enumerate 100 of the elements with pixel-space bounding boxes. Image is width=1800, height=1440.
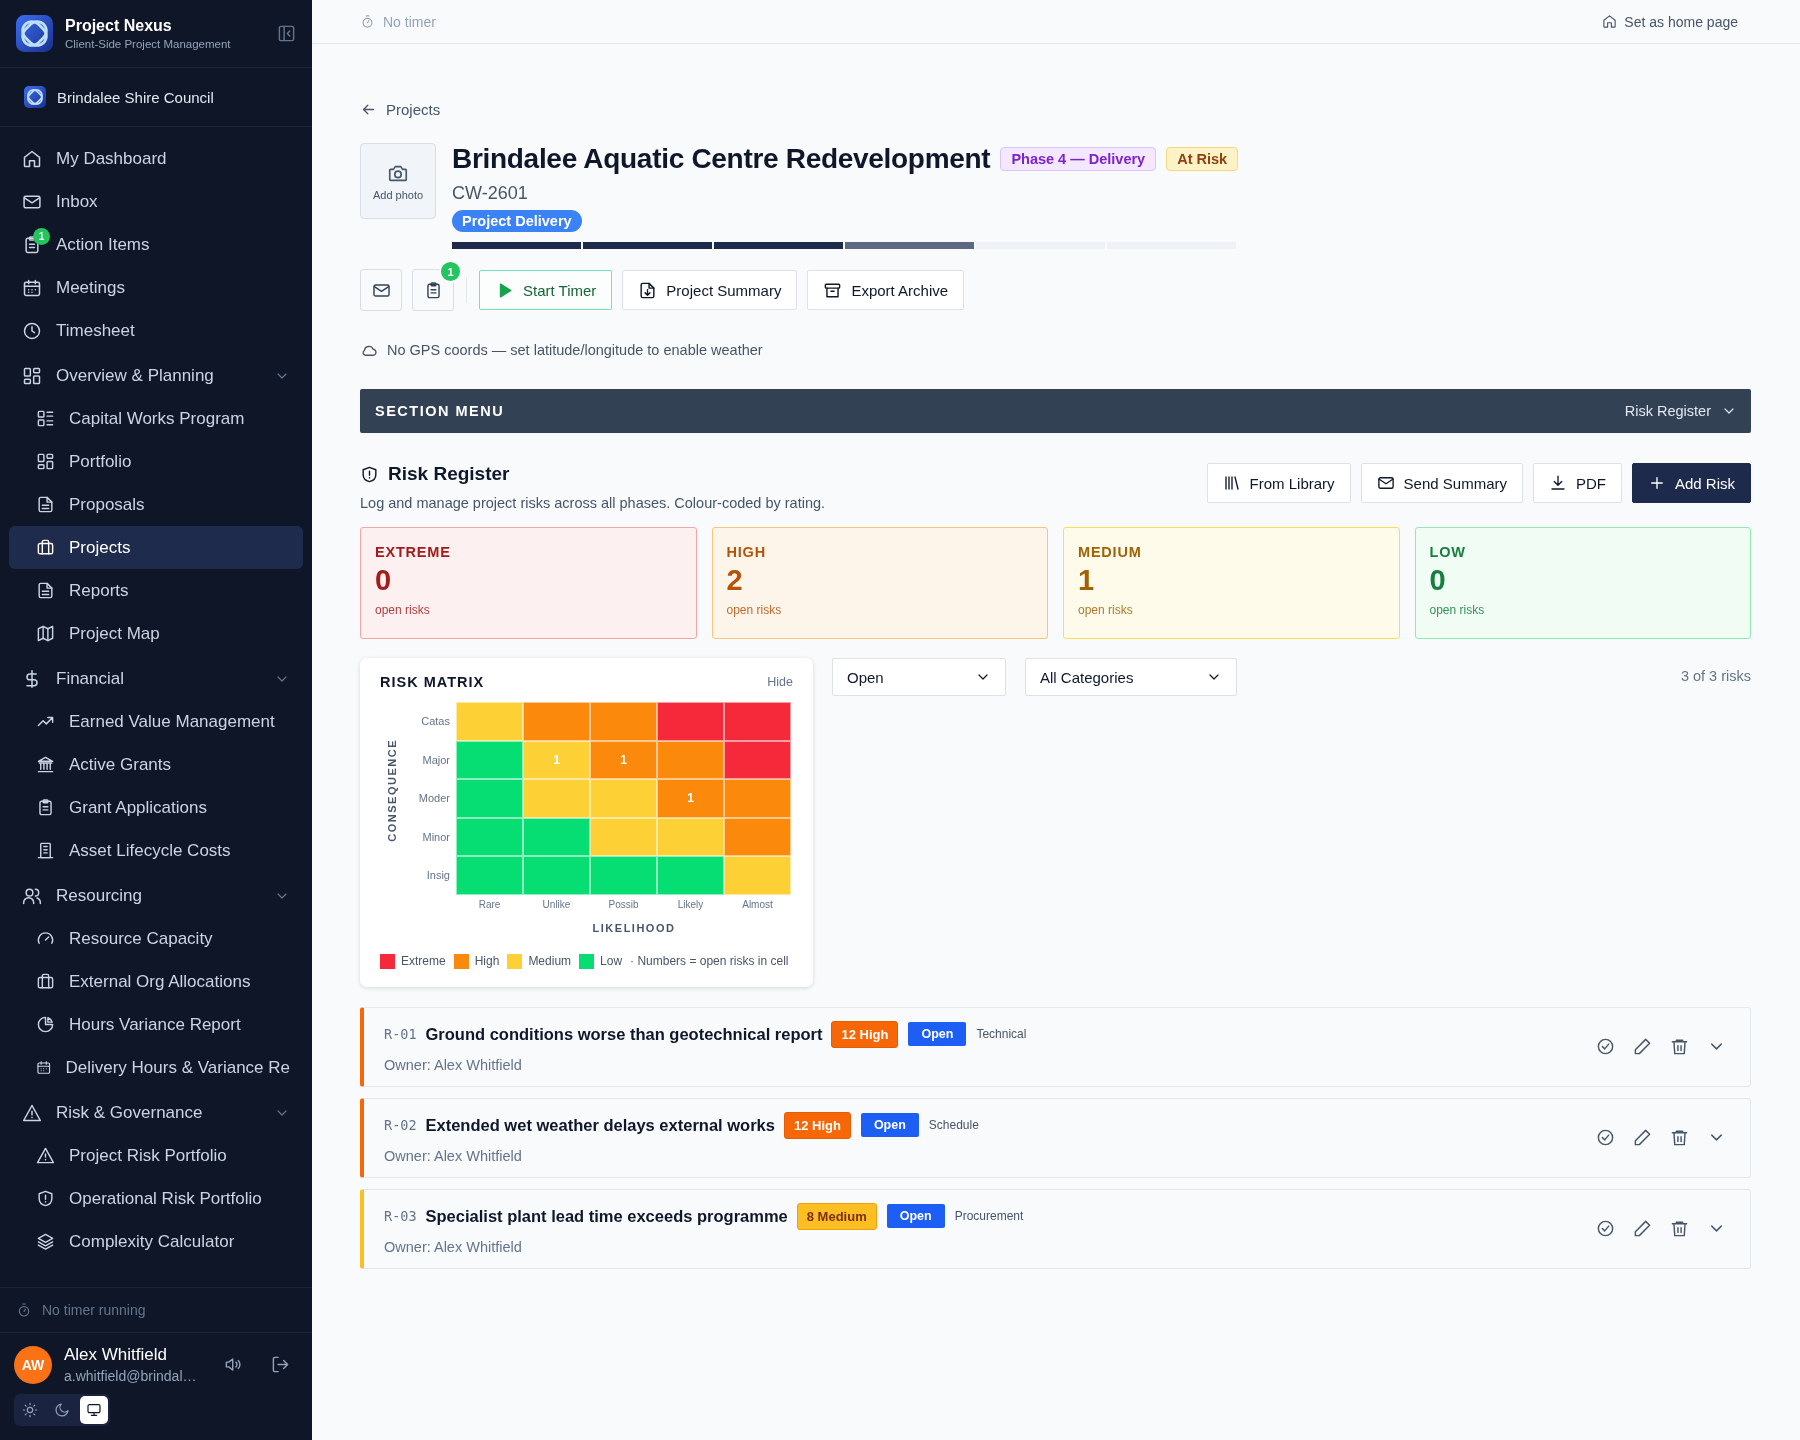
matrix-cell <box>724 702 791 741</box>
sun-icon <box>22 1402 38 1418</box>
briefcase-icon <box>36 972 55 991</box>
send-summary-button[interactable]: Send Summary <box>1360 463 1523 503</box>
nav-label: My Dashboard <box>56 148 167 169</box>
map-icon <box>36 624 55 643</box>
nav-item[interactable]: Delivery Hours & Variance Re <box>9 1046 303 1089</box>
project-title: Brindalee Aquatic Centre Redevelopment <box>452 143 991 175</box>
add-risk-button[interactable]: Add Risk <box>1631 463 1751 503</box>
risk-owner: Owner: Alex Whitfield <box>384 1238 523 1255</box>
nav-item[interactable]: Proposals <box>9 483 303 526</box>
email-button[interactable] <box>360 269 402 311</box>
timer-button[interactable]: Start Timer <box>479 270 613 310</box>
collapse-button[interactable] <box>277 24 296 43</box>
resolve-button[interactable] <box>1596 1128 1615 1147</box>
home-page-link[interactable]: Set as home page <box>1602 13 1738 30</box>
matrix-cell <box>657 817 724 856</box>
nav-item[interactable]: Earned Value Management <box>9 700 303 743</box>
logo-icon <box>24 86 46 108</box>
pencil-icon <box>1633 1128 1652 1147</box>
edit-button[interactable] <box>1633 1219 1652 1238</box>
nav-item[interactable]: Project Map <box>9 612 303 655</box>
back-link[interactable]: Projects <box>360 101 441 118</box>
warning-icon <box>22 1102 42 1123</box>
nav-group[interactable]: Risk & Governance <box>9 1091 303 1134</box>
pdf-button[interactable]: PDF <box>1532 463 1622 503</box>
file-download-icon <box>638 280 658 300</box>
resolve-button[interactable] <box>1596 1037 1615 1056</box>
risk-id: R-01 <box>384 1026 417 1042</box>
list-icon <box>36 409 55 428</box>
card-count: 0 <box>375 564 393 597</box>
card-caption: open risks <box>1429 603 1486 617</box>
card-label: EXTREME <box>375 544 452 560</box>
nav-label: External Org Allocations <box>69 971 251 992</box>
logout-icon <box>271 1355 290 1374</box>
nav-item[interactable]: Projects <box>9 526 303 569</box>
column-label: Unlike <box>541 897 572 910</box>
legend-swatch <box>380 953 395 969</box>
filter-dropdown[interactable]: Open <box>832 658 1006 696</box>
library-button[interactable]: From Library <box>1206 463 1351 503</box>
column-label: Rare <box>477 897 502 910</box>
column-label: Almost <box>741 897 774 910</box>
theme-button[interactable] <box>80 1396 108 1424</box>
matrix-cell <box>590 702 657 741</box>
document-icon <box>36 495 55 514</box>
delete-button[interactable] <box>1670 1219 1689 1238</box>
legend-swatch <box>507 953 523 969</box>
delete-button[interactable] <box>1670 1128 1689 1147</box>
user-name: Alex Whitfield <box>64 1345 168 1365</box>
matrix-cell <box>523 856 590 895</box>
nav-label: Proposals <box>69 494 145 515</box>
nav-item[interactable]: Meetings <box>9 266 303 309</box>
nav-group[interactable]: Overview & Planning <box>9 354 303 397</box>
building-icon <box>36 841 55 860</box>
nav-item[interactable]: Grant Applications <box>9 786 303 829</box>
nav-label: Reports <box>69 580 129 601</box>
check-circle-icon <box>1596 1219 1615 1238</box>
nav-item[interactable]: Inbox <box>9 180 303 223</box>
risk-title: Ground conditions worse than geotechnical report <box>425 1024 823 1044</box>
nav-item[interactable]: Asset Lifecycle Costs <box>9 829 303 872</box>
archive-button[interactable]: Export Archive <box>807 270 965 310</box>
phase-tag: Phase 4 — Delivery <box>1000 147 1157 171</box>
nav-group[interactable]: Resourcing <box>9 874 303 917</box>
nav-item[interactable]: Reports <box>9 569 303 612</box>
nav-item[interactable]: Active Grants <box>9 743 303 786</box>
nav-item[interactable]: External Org Allocations <box>9 960 303 1003</box>
axis-label: CONSEQUENCE <box>386 739 398 843</box>
summary-button[interactable]: Project Summary <box>622 270 798 310</box>
matrix-cell <box>590 779 657 818</box>
legend-label: Extreme <box>401 954 446 968</box>
nav-item[interactable]: Complexity Calculator <box>9 1220 303 1263</box>
nav-item[interactable]: Portfolio <box>9 440 303 483</box>
risk-category: Technical <box>976 1027 1027 1041</box>
nav-item[interactable]: My Dashboard <box>9 137 303 180</box>
tasks-button[interactable] <box>412 269 454 311</box>
add-photo-button[interactable]: Add photo <box>360 143 436 219</box>
nav-item[interactable]: Operational Risk Portfolio <box>9 1177 303 1220</box>
nav-label: Capital Works Program <box>69 408 245 429</box>
section-dropdown[interactable]: Risk Register <box>1624 403 1737 419</box>
legend-note: · Numbers = open risks in cell <box>630 954 789 968</box>
nav-label: Timesheet <box>56 320 135 341</box>
nav-item[interactable]: Timesheet <box>9 309 303 352</box>
filter-dropdown[interactable]: All Categories <box>1025 658 1237 696</box>
archive-icon <box>823 280 843 300</box>
trash-icon <box>1670 1037 1689 1056</box>
pie-chart-icon <box>36 1015 55 1034</box>
nav-group[interactable]: Financial <box>9 657 303 700</box>
clipboard-icon <box>22 234 42 255</box>
nav-item[interactable]: Hours Variance Report <box>9 1003 303 1046</box>
edit-button[interactable] <box>1633 1128 1652 1147</box>
nav-item[interactable]: Resource Capacity <box>9 917 303 960</box>
nav-item[interactable]: Capital Works Program <box>9 397 303 440</box>
sidebar-panel-icon <box>277 24 296 43</box>
hide-link[interactable]: Hide <box>767 675 793 689</box>
status-badge: Open <box>908 1022 967 1046</box>
edit-button[interactable] <box>1633 1037 1652 1056</box>
nav-item[interactable]: Project Risk Portfolio <box>9 1134 303 1177</box>
nav-item[interactable]: 1 Action Items <box>9 223 303 266</box>
delete-button[interactable] <box>1670 1037 1689 1056</box>
resolve-button[interactable] <box>1596 1219 1615 1238</box>
